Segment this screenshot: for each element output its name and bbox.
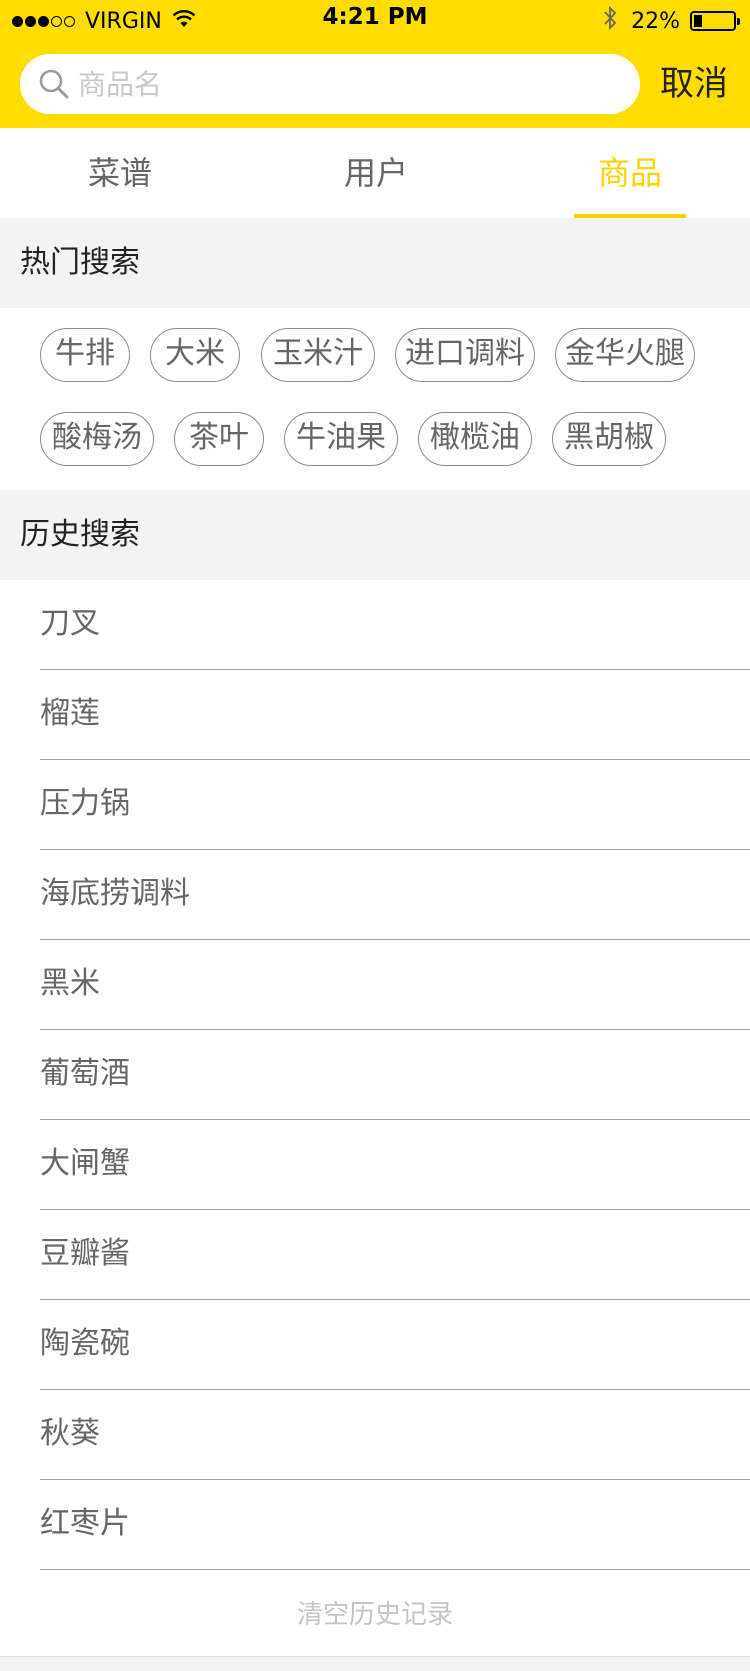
search-input[interactable] — [76, 58, 620, 110]
history-item[interactable]: 红枣片 — [40, 1480, 750, 1570]
tab-bar: 菜谱 用户 商品 — [0, 128, 750, 218]
hot-tag[interactable]: 黑胡椒 — [552, 412, 666, 466]
hot-tag[interactable]: 酸梅汤 — [40, 412, 154, 466]
history-item-label: 大闸蟹 — [40, 1146, 130, 1181]
history-item-label: 压力锅 — [40, 786, 130, 821]
history-item[interactable]: 海底捞调料 — [40, 850, 750, 940]
tab-recipes[interactable]: 菜谱 — [40, 128, 200, 218]
tab-users[interactable]: 用户 — [296, 128, 456, 218]
clear-history-button[interactable]: 清空历史记录 — [0, 1575, 750, 1655]
history-item-label: 榴莲 — [40, 696, 100, 731]
history-item-label: 红枣片 — [40, 1506, 130, 1541]
history-item-label: 海底捞调料 — [40, 876, 190, 911]
hot-tag[interactable]: 牛油果 — [284, 412, 398, 466]
status-right: 22% — [603, 5, 740, 37]
bluetooth-icon — [603, 5, 617, 37]
header: VIRGIN 4:21 PM 22% 商品名 取消 — [0, 0, 750, 128]
history-item[interactable]: 陶瓷碗 — [40, 1300, 750, 1390]
bottom-divider — [0, 1656, 750, 1671]
history-item-label: 秋葵 — [40, 1416, 100, 1451]
cancel-button[interactable]: 取消 — [660, 58, 728, 110]
hot-tag[interactable]: 橄榄油 — [418, 412, 532, 466]
history-item[interactable]: 榴莲 — [40, 670, 750, 760]
history-item[interactable]: 豆瓣酱 — [40, 1210, 750, 1300]
history-item-label: 黑米 — [40, 966, 100, 1001]
hot-tag[interactable]: 牛排 — [40, 328, 130, 382]
history-search-header: 历史搜索 — [0, 490, 750, 580]
hot-tag[interactable]: 大米 — [150, 328, 240, 382]
history-item-label: 刀叉 — [40, 606, 100, 641]
hot-search-tags: 牛排 大米 玉米汁 进口调料 金华火腿 酸梅汤 茶叶 牛油果 橄榄油 黑胡椒 — [0, 308, 750, 488]
status-bar: VIRGIN 4:21 PM 22% — [0, 0, 750, 40]
hot-tag[interactable]: 茶叶 — [174, 412, 264, 466]
search-box[interactable] — [20, 54, 640, 114]
history-item[interactable]: 秋葵 — [40, 1390, 750, 1480]
hot-search-header: 热门搜索 — [0, 218, 750, 308]
history-item[interactable]: 葡萄酒 — [40, 1030, 750, 1120]
hot-tag[interactable]: 进口调料 — [395, 328, 535, 382]
hot-tag[interactable]: 金华火腿 — [555, 328, 695, 382]
history-search-title: 历史搜索 — [20, 517, 140, 552]
history-item[interactable]: 大闸蟹 — [40, 1120, 750, 1210]
history-item-label: 葡萄酒 — [40, 1056, 130, 1091]
tab-products[interactable]: 商品 — [550, 128, 710, 218]
hot-search-title: 热门搜索 — [20, 245, 140, 280]
history-item-label: 陶瓷碗 — [40, 1326, 130, 1361]
hot-tag[interactable]: 玉米汁 — [261, 328, 375, 382]
search-icon — [38, 68, 70, 100]
history-item[interactable]: 压力锅 — [40, 760, 750, 850]
history-item[interactable]: 黑米 — [40, 940, 750, 1030]
history-item[interactable]: 刀叉 — [40, 580, 750, 670]
battery-percent: 22% — [631, 8, 680, 34]
history-item-label: 豆瓣酱 — [40, 1236, 130, 1271]
battery-icon — [690, 11, 740, 31]
